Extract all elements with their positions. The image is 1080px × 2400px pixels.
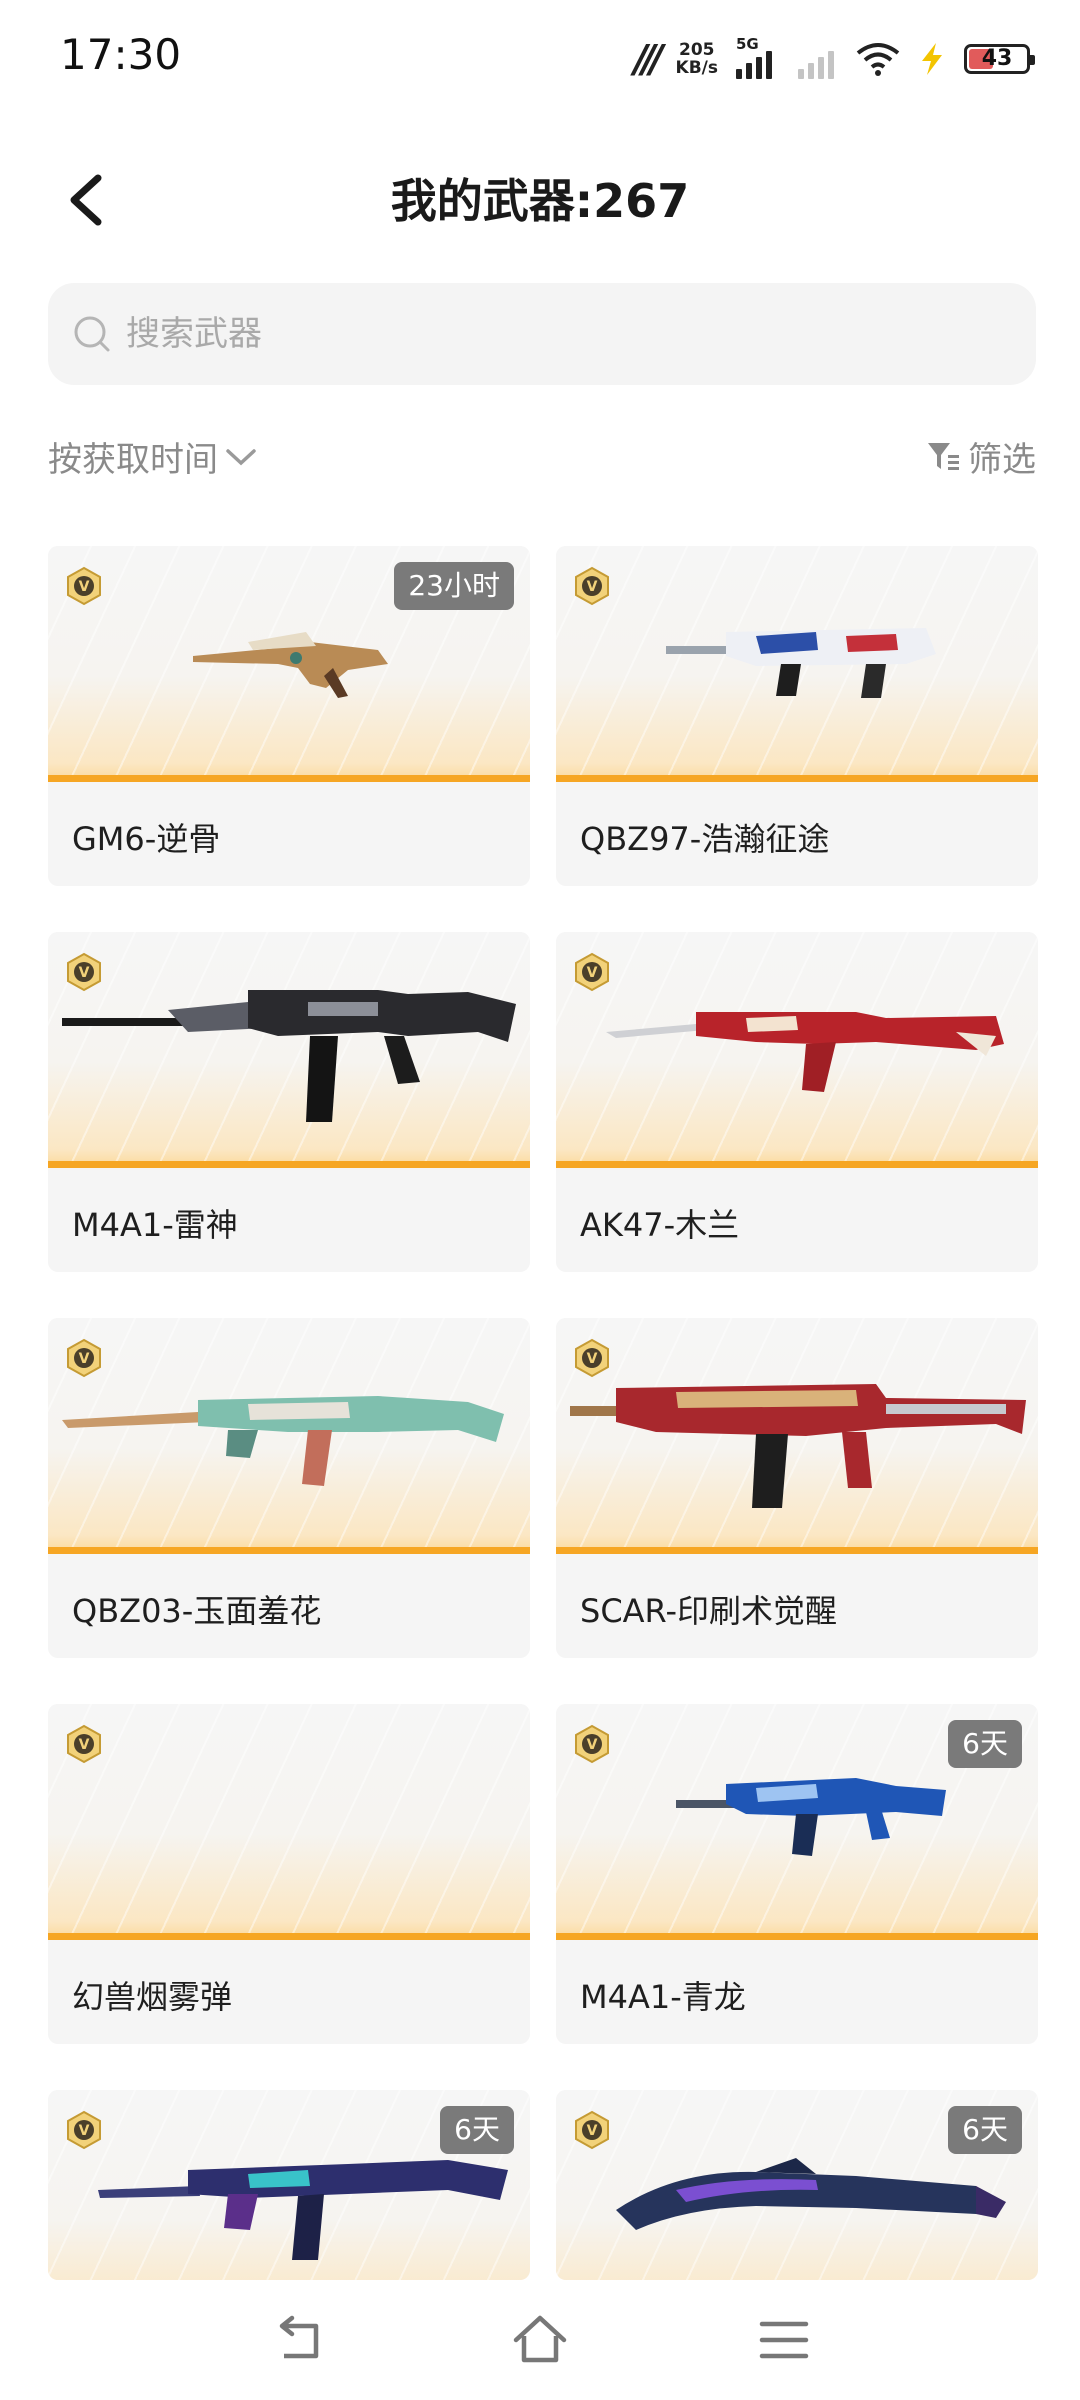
- weapon-image: [48, 932, 530, 1168]
- weapon-name: QBZ97-浩瀚征途: [580, 820, 830, 858]
- svg-text:V: V: [79, 579, 90, 595]
- signal-5g-icon: 5G: [736, 35, 780, 79]
- weapon-card[interactable]: V 6天: [48, 2090, 530, 2280]
- weapon-name: 幻兽烟雾弹: [72, 1978, 233, 2016]
- weapon-name: M4A1-青龙: [580, 1978, 746, 2016]
- menu-icon[interactable]: [754, 2310, 814, 2370]
- charging-icon: [922, 43, 942, 75]
- svg-text:V: V: [79, 1737, 90, 1753]
- filter-button[interactable]: 筛选: [926, 432, 1036, 481]
- network-speed-value: 205: [679, 40, 715, 60]
- assault-rifle-icon: [62, 1396, 504, 1486]
- status-time: 17:30: [60, 30, 182, 79]
- status-bar: 17:30 /// 205 KB/s 5G 43: [0, 0, 1080, 110]
- network-speed-unit: KB/s: [675, 58, 718, 78]
- weapon-grid: V 23小时 GM6-逆骨 V QBZ97-浩瀚征途 V M4A1-雷神 V A…: [48, 546, 1038, 2280]
- weapon-name: SCAR-印刷术觉醒: [580, 1592, 838, 1630]
- home-icon[interactable]: [510, 2310, 570, 2370]
- signal-secondary-icon: [798, 39, 838, 79]
- search-bar[interactable]: [48, 283, 1036, 385]
- page-title: 我的武器:267: [390, 174, 690, 228]
- svg-text:V: V: [587, 579, 598, 595]
- assault-rifle-icon: [62, 990, 516, 1122]
- svg-text:V: V: [79, 2123, 90, 2139]
- vip-badge-icon: V: [67, 1724, 101, 1764]
- expiry-timer-badge: 6天: [440, 2106, 514, 2154]
- svg-text:V: V: [79, 1351, 90, 1367]
- weapon-card[interactable]: V 6天: [556, 2090, 1038, 2280]
- expiry-timer-badge: 6天: [948, 1720, 1022, 1768]
- vip-badge-icon: V: [575, 952, 609, 992]
- vip-badge-icon: V: [67, 1338, 101, 1378]
- chevron-down-icon: [226, 448, 256, 465]
- weapon-image: [48, 1318, 530, 1554]
- weapon-card[interactable]: V SCAR-印刷术觉醒: [556, 1318, 1038, 1658]
- svg-text:V: V: [587, 2123, 598, 2139]
- svg-text:V: V: [587, 1737, 598, 1753]
- wifi-icon: [856, 43, 900, 76]
- back-icon[interactable]: [270, 2310, 330, 2370]
- assault-rifle-icon: [570, 1384, 1026, 1508]
- filter-label: 筛选: [968, 440, 1036, 480]
- weapon-card[interactable]: V 23小时 GM6-逆骨: [48, 546, 530, 886]
- network-type: 5G: [736, 35, 759, 53]
- system-nav-bar: [0, 2280, 1080, 2400]
- search-input[interactable]: [124, 313, 1008, 355]
- network-speed: 205 KB/s: [676, 41, 718, 77]
- svg-text:V: V: [79, 965, 90, 981]
- weapon-image: [48, 1704, 530, 1940]
- weapon-image: [556, 546, 1038, 782]
- svg-text:V: V: [587, 1351, 598, 1367]
- weapon-name: GM6-逆骨: [72, 820, 221, 858]
- filter-icon: [928, 442, 959, 470]
- status-icons: /// 205 KB/s 5G 43: [633, 34, 1035, 84]
- weapon-card[interactable]: V AK47-木兰: [556, 932, 1038, 1272]
- weapon-name: QBZ03-玉面羞花: [72, 1592, 322, 1630]
- vip-badge-icon: V: [67, 2110, 101, 2150]
- expiry-timer-badge: 23小时: [394, 562, 514, 610]
- weapon-name: AK47-木兰: [580, 1206, 740, 1244]
- sort-dropdown[interactable]: 按获取时间: [48, 432, 258, 481]
- vip-badge-icon: V: [575, 1724, 609, 1764]
- vip-badge-icon: V: [67, 952, 101, 992]
- weapon-card[interactable]: V QBZ03-玉面羞花: [48, 1318, 530, 1658]
- weapon-name: M4A1-雷神: [72, 1206, 238, 1244]
- weapon-card[interactable]: V M4A1-雷神: [48, 932, 530, 1272]
- battery-level: 43: [981, 46, 1013, 71]
- assault-rifle-icon: [606, 1012, 1004, 1092]
- vip-badge-icon: V: [67, 566, 101, 606]
- weapon-card[interactable]: V QBZ97-浩瀚征途: [556, 546, 1038, 886]
- svg-text:V: V: [587, 965, 598, 981]
- search-icon: [74, 316, 110, 352]
- weapon-image: [556, 1318, 1038, 1554]
- weapon-card[interactable]: V 幻兽烟雾弹: [48, 1704, 530, 2044]
- vip-badge-icon: V: [575, 1338, 609, 1378]
- vip-badge-icon: V: [575, 566, 609, 606]
- weapon-image: [556, 932, 1038, 1168]
- assault-rifle-icon: [666, 628, 936, 698]
- carrier-logo-icon: ///: [633, 37, 664, 81]
- battery-icon: 43: [964, 44, 1035, 74]
- vip-badge-icon: V: [575, 2110, 609, 2150]
- expiry-timer-badge: 6天: [948, 2106, 1022, 2154]
- weapon-card[interactable]: V 6天 M4A1-青龙: [556, 1704, 1038, 2044]
- sort-label: 按获取时间: [48, 440, 218, 480]
